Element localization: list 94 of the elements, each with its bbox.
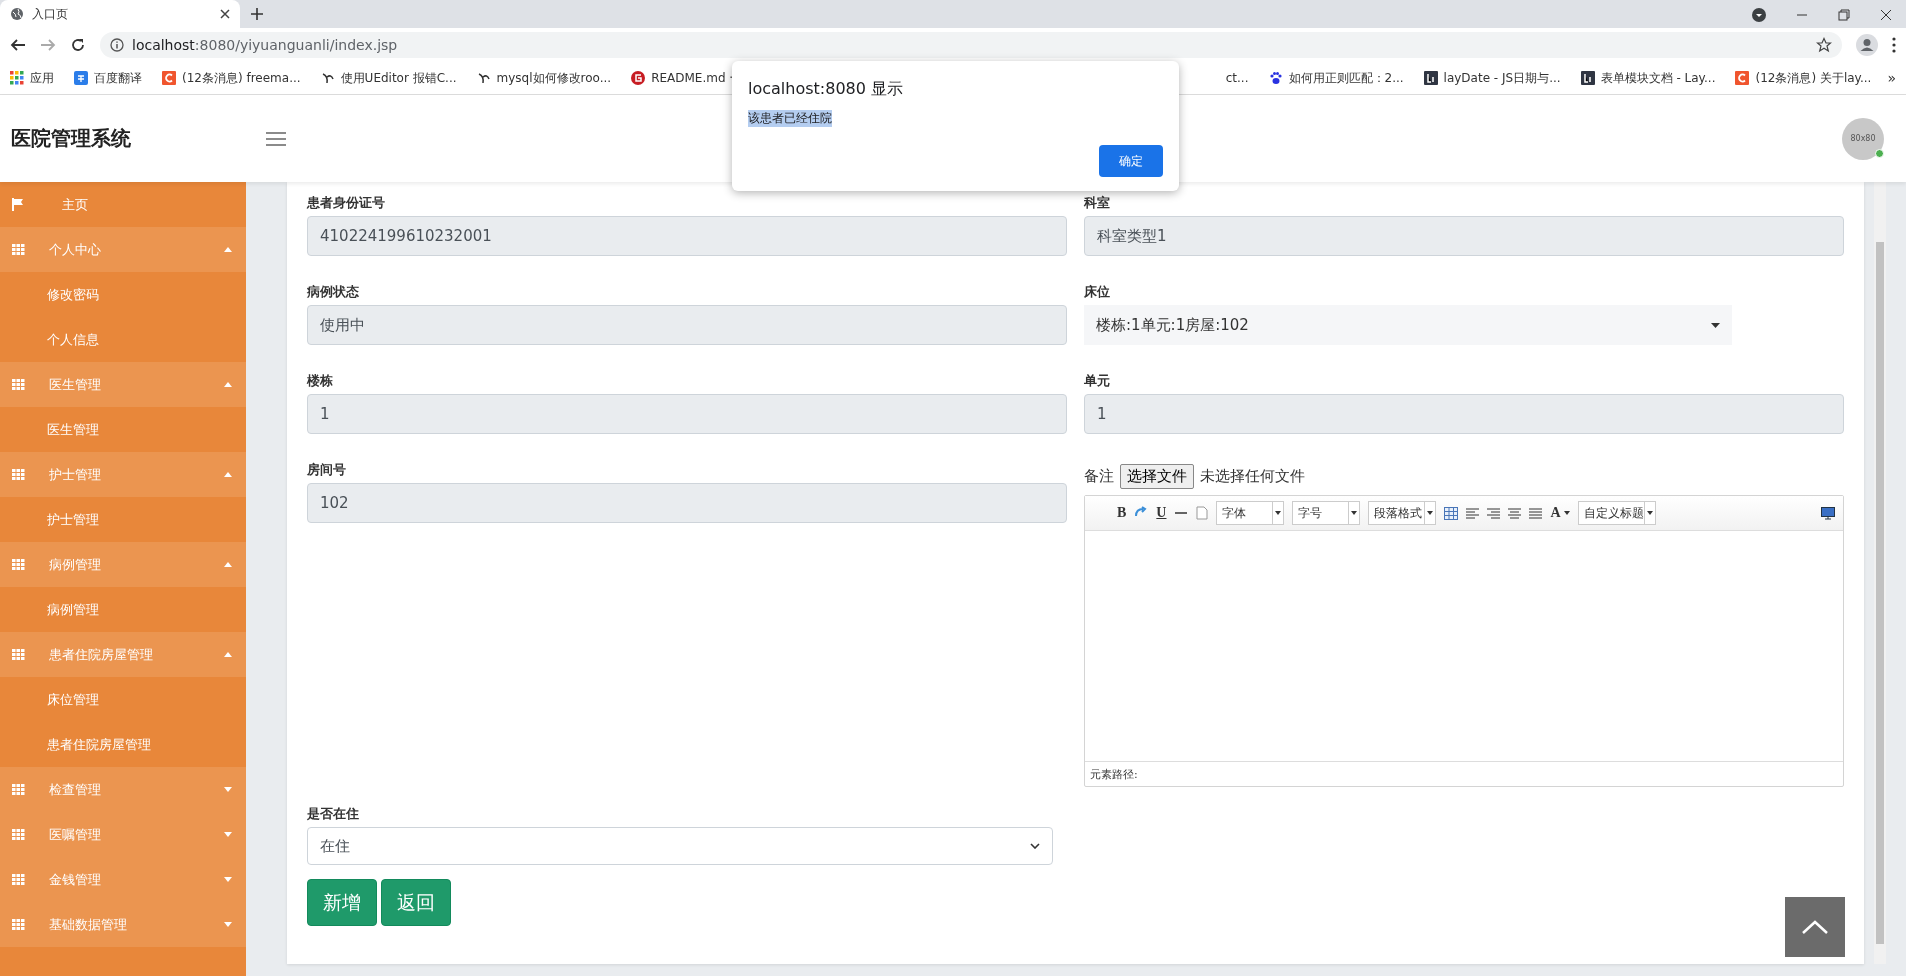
caret-icon bbox=[1275, 511, 1282, 515]
field-label: 单元 bbox=[1084, 372, 1111, 390]
bookmark-favicon-icon bbox=[1423, 71, 1438, 85]
bookmark-link[interactable]: 百度翻译 bbox=[74, 69, 142, 87]
choose-file-button[interactable]: 选择文件 bbox=[1120, 463, 1194, 489]
bookmark-link[interactable]: layDate - JS日期与... bbox=[1423, 69, 1561, 87]
field-label: 病例状态 bbox=[307, 283, 360, 301]
toolbar-dropdown[interactable]: 自定义标题 bbox=[1577, 501, 1656, 525]
globe-icon bbox=[10, 7, 24, 21]
grid-icon bbox=[12, 559, 25, 570]
apps-grid-icon bbox=[10, 71, 24, 85]
field-label: 床位 bbox=[1084, 283, 1111, 301]
field-label: 是否在住 bbox=[307, 805, 360, 823]
info-icon bbox=[110, 38, 124, 52]
bookmark-link[interactable]: 应用 bbox=[10, 69, 54, 87]
grid-icon bbox=[12, 244, 25, 255]
chevron-up-icon bbox=[1801, 919, 1829, 935]
more-bookmarks-button[interactable]: » bbox=[1887, 70, 1896, 86]
format-button[interactable]: B bbox=[1117, 505, 1127, 521]
grid-icon bbox=[12, 874, 25, 885]
field-label: 楼栋 bbox=[307, 372, 334, 390]
select-field[interactable]: 在住 bbox=[307, 827, 1053, 865]
form-button[interactable]: 返回 bbox=[381, 879, 451, 926]
toolbar-dropdown[interactable]: 字体 bbox=[1216, 501, 1285, 525]
form-button[interactable]: 新增 bbox=[307, 879, 377, 926]
ok-button[interactable]: 确定 bbox=[1099, 145, 1163, 177]
forward-icon bbox=[40, 37, 56, 53]
caret-icon bbox=[1563, 511, 1570, 515]
flag-icon bbox=[12, 198, 24, 211]
font-color-button[interactable]: A bbox=[1550, 505, 1561, 521]
scrollbar[interactable] bbox=[1874, 182, 1886, 964]
more-icon[interactable] bbox=[1892, 37, 1896, 53]
toolbar-dropdown[interactable]: 字号 bbox=[1292, 501, 1361, 525]
caret-icon bbox=[1351, 511, 1358, 515]
close-icon[interactable] bbox=[220, 9, 230, 19]
format-button[interactable]: U bbox=[1156, 505, 1167, 521]
file-status-text: 未选择任何文件 bbox=[1200, 466, 1305, 486]
chevron-icon bbox=[1030, 843, 1040, 849]
bookmark-favicon-icon bbox=[1580, 71, 1595, 85]
dialog-message: 该患者已经住院 bbox=[748, 110, 832, 127]
new-tab-icon[interactable] bbox=[250, 7, 264, 21]
grid-icon bbox=[12, 919, 25, 930]
toolbar-dropdown[interactable]: 段落格式 bbox=[1368, 501, 1437, 525]
account-icon[interactable] bbox=[1856, 34, 1878, 56]
grid-icon bbox=[12, 379, 25, 390]
grid-icon bbox=[12, 829, 25, 840]
field-label: 房间号 bbox=[307, 461, 347, 479]
browser-tab[interactable]: 入口页 bbox=[0, 0, 240, 28]
dialog-title: localhost:8080 显示 bbox=[748, 79, 904, 100]
bookmark-favicon-icon bbox=[1735, 71, 1750, 85]
paw-icon bbox=[1268, 71, 1283, 85]
bookmark-link[interactable]: 如何用正则匹配：2... bbox=[1268, 69, 1404, 87]
bookmark-link[interactable]: README.md · bbox=[631, 71, 734, 85]
grid-icon bbox=[12, 784, 25, 795]
field-label: 患者身份证号 bbox=[307, 194, 386, 212]
align-left-icon[interactable] bbox=[1466, 507, 1480, 519]
close-icon[interactable] bbox=[1880, 9, 1892, 21]
bookmark-link[interactable]: (12条消息) 关于lay... bbox=[1735, 69, 1872, 87]
bookmark-link[interactable]: ct... bbox=[1225, 71, 1249, 85]
table-icon[interactable] bbox=[1444, 506, 1459, 520]
app-title: 医院管理系统 bbox=[10, 125, 132, 152]
restore-icon[interactable] bbox=[1838, 9, 1850, 21]
dropdown-icon[interactable] bbox=[1752, 8, 1766, 22]
align-right-icon[interactable] bbox=[1487, 507, 1501, 519]
bookmark-favicon-icon bbox=[162, 71, 176, 85]
bookmark-link[interactable]: mysql如何修改roo... bbox=[476, 69, 612, 87]
monitor-icon[interactable] bbox=[1821, 506, 1835, 520]
caret-icon bbox=[1427, 511, 1434, 515]
grid-icon bbox=[12, 649, 25, 660]
bookmark-favicon-icon bbox=[74, 71, 88, 85]
bookmark-favicon-icon bbox=[320, 71, 335, 85]
url-text: localhost:8080/yiyuanguanli/index.jsp bbox=[132, 37, 399, 53]
star-icon[interactable] bbox=[1816, 37, 1832, 53]
bookmark-link[interactable]: 使用UEditor 报错C... bbox=[320, 69, 457, 87]
avatar[interactable]: 80x80 bbox=[1842, 117, 1884, 160]
menu-icon[interactable] bbox=[266, 131, 286, 146]
back-icon[interactable] bbox=[10, 37, 26, 53]
bookmark-link[interactable]: (12条消息) freema... bbox=[162, 69, 301, 87]
field-label: 科室 bbox=[1084, 194, 1111, 212]
reload-icon[interactable] bbox=[70, 37, 86, 53]
field-label: 备注 bbox=[1084, 466, 1114, 486]
caret-icon bbox=[1646, 511, 1653, 515]
justify-icon[interactable] bbox=[1529, 507, 1543, 519]
select-field[interactable]: 楼栋:1单元:1房屋:102 bbox=[1084, 305, 1732, 345]
element-path-text: 元素路径: bbox=[1085, 761, 1843, 786]
rich-text-editor[interactable]: B U 字体 字号 段落格式 A 自定义标题 元素路径: bbox=[1084, 495, 1844, 787]
address-bar[interactable]: localhost:8080/yiyuanguanli/index.jsp bbox=[100, 32, 1842, 58]
bookmark-link[interactable]: 表单模块文档 - Lay... bbox=[1580, 69, 1716, 87]
align-center-icon[interactable] bbox=[1508, 507, 1522, 519]
grid-icon bbox=[12, 469, 25, 480]
caret-icon bbox=[1711, 322, 1720, 328]
back-to-top-button[interactable] bbox=[1785, 897, 1845, 957]
bookmark-favicon-icon bbox=[476, 71, 491, 85]
bookmark-favicon-icon bbox=[631, 71, 646, 85]
